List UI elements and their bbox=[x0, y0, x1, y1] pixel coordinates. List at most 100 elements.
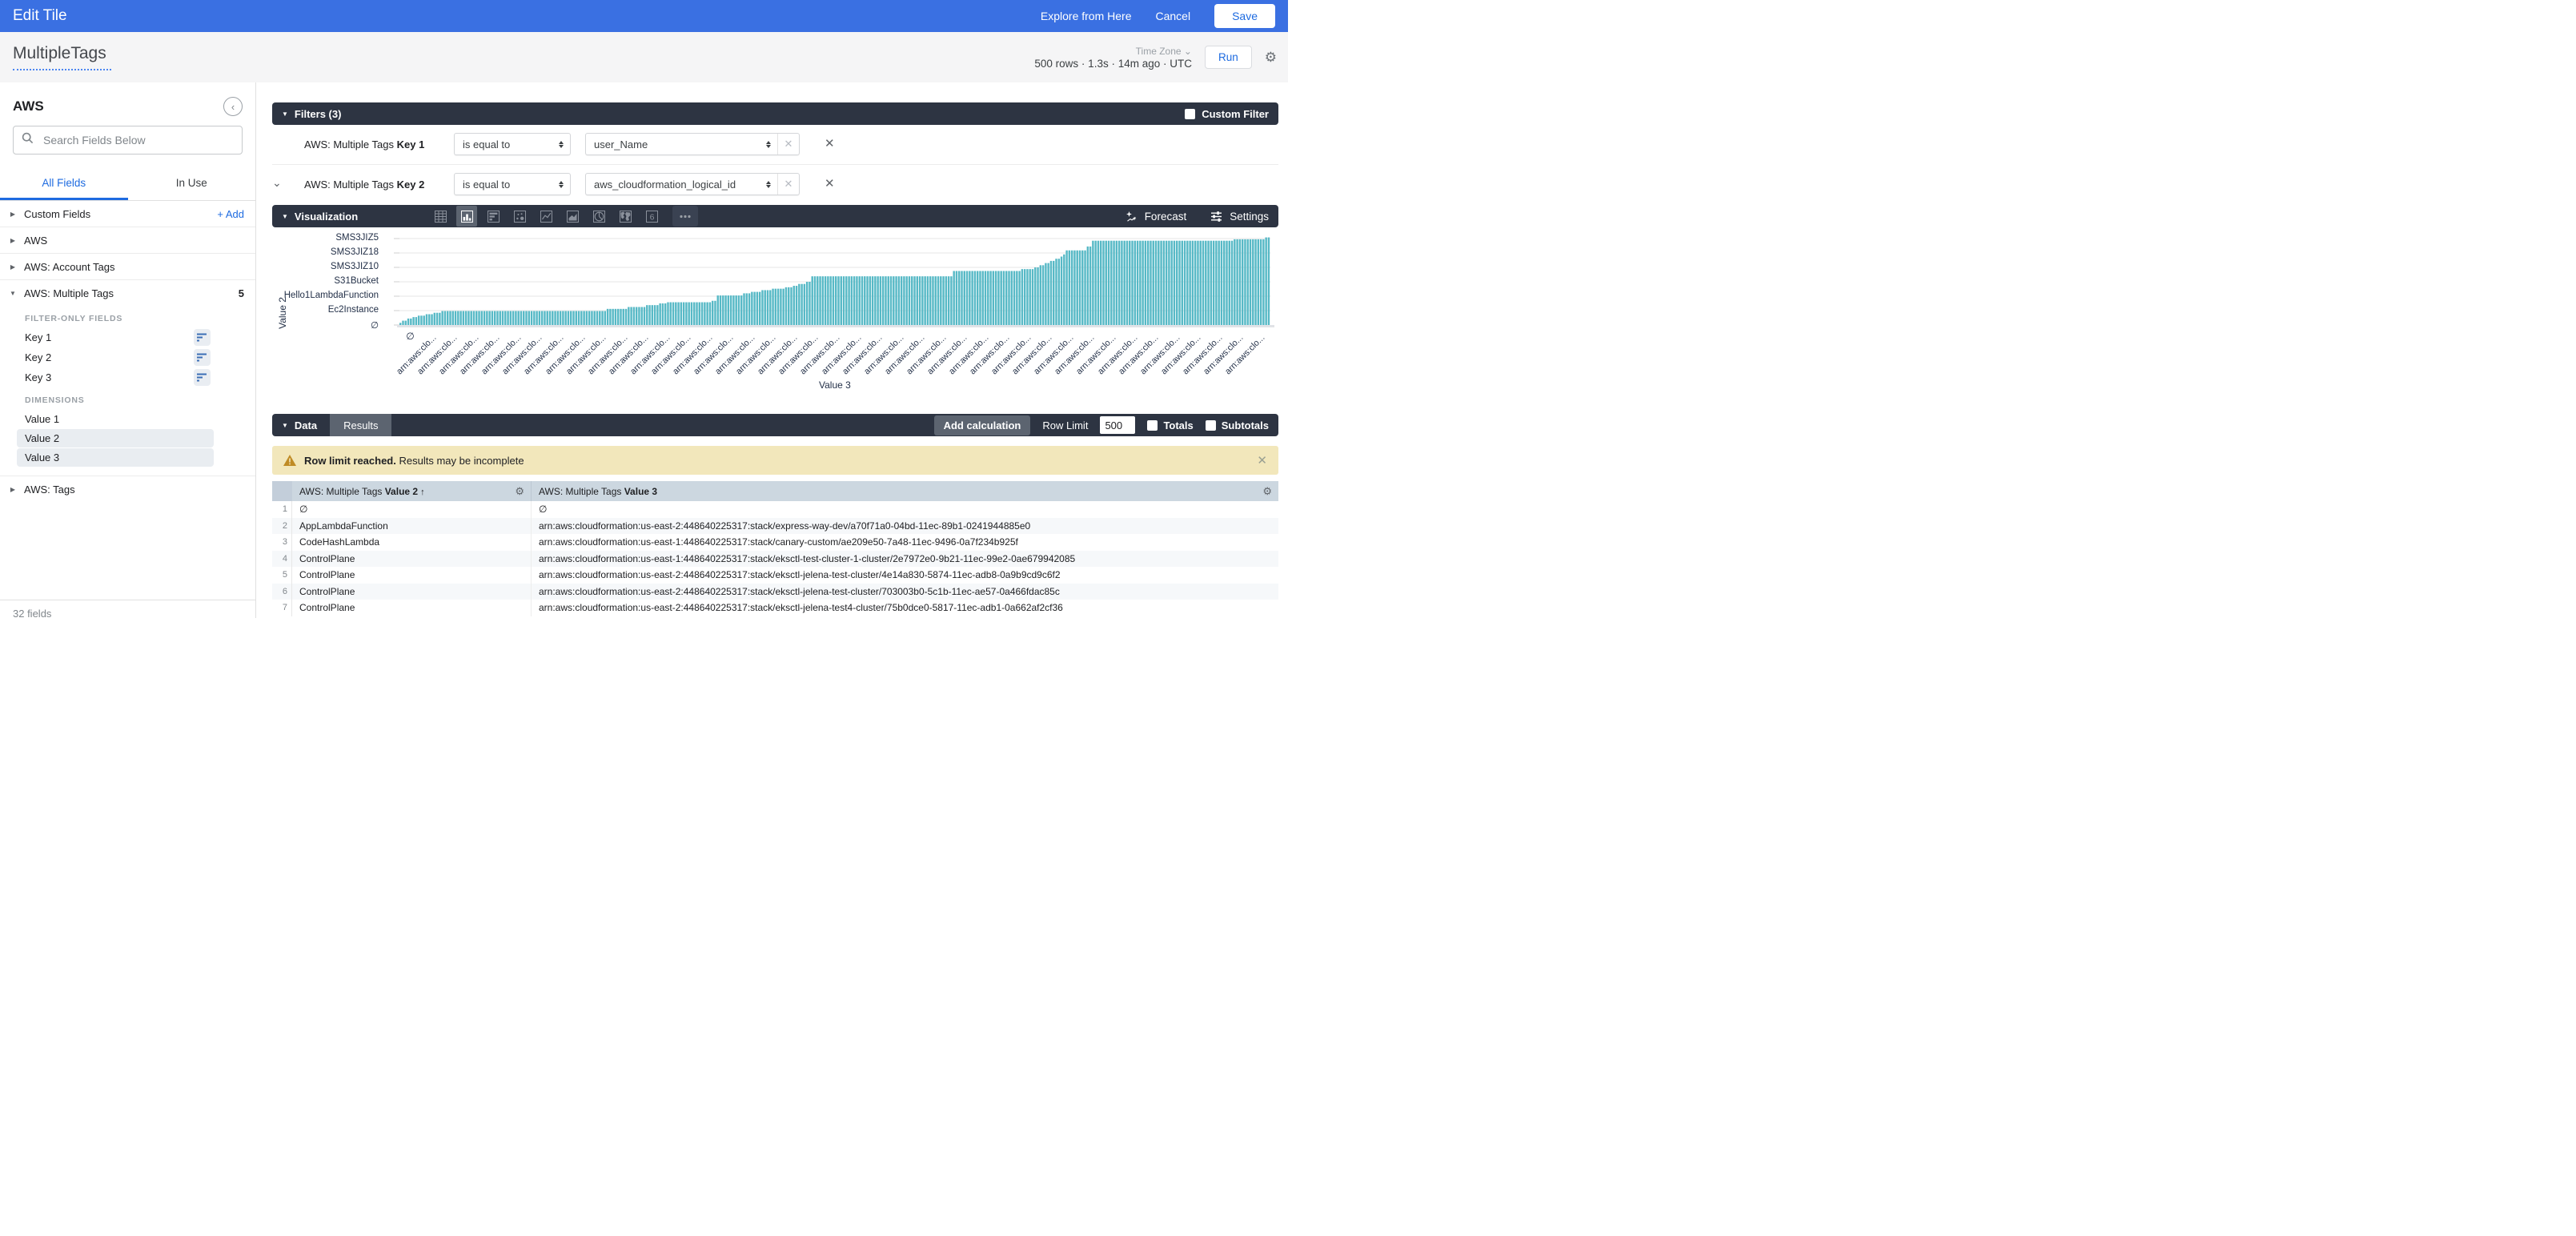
tab-results[interactable]: Results bbox=[330, 414, 391, 436]
select-arrows-icon bbox=[552, 181, 570, 188]
filter-operator-select[interactable]: is equal to bbox=[454, 133, 571, 155]
explore-from-here-button[interactable]: Explore from Here bbox=[1041, 10, 1132, 22]
cancel-button[interactable]: Cancel bbox=[1155, 10, 1190, 22]
filter-icon bbox=[197, 353, 207, 362]
caret-right-icon: ▶ bbox=[7, 211, 18, 218]
field-key-2[interactable]: Key 2 bbox=[0, 347, 255, 367]
filter-operator-select[interactable]: is equal to bbox=[454, 173, 571, 195]
row-limit-input[interactable] bbox=[1100, 416, 1135, 434]
select-arrows-icon bbox=[552, 141, 570, 148]
collapse-sidebar-button[interactable]: ‹ bbox=[223, 97, 243, 116]
remove-filter-icon[interactable]: ✕ bbox=[825, 176, 835, 191]
tab-all-fields[interactable]: All Fields bbox=[0, 169, 128, 200]
scatter-chart-icon[interactable] bbox=[509, 206, 530, 227]
remove-filter-icon[interactable]: ✕ bbox=[825, 136, 835, 150]
run-button[interactable]: Run bbox=[1205, 46, 1252, 69]
table-row[interactable]: 4ControlPlanearn:aws:cloudformation:us-e… bbox=[272, 551, 1278, 568]
map-chart-icon[interactable] bbox=[615, 206, 636, 227]
cell-value-3: arn:aws:cloudformation:us-east-2:4486402… bbox=[532, 584, 1278, 600]
column-header-value-3[interactable]: AWS: Multiple Tags Value 3 ⚙ bbox=[532, 481, 1278, 501]
x-axis-title: Value 3 bbox=[819, 379, 851, 391]
filter-by-field-button[interactable] bbox=[194, 349, 211, 366]
single-value-chart-icon[interactable]: 6 bbox=[641, 206, 662, 227]
filter-by-field-button[interactable] bbox=[194, 369, 211, 386]
dimensions-header: DIMENSIONS bbox=[0, 387, 255, 409]
row-number: 1 bbox=[272, 501, 292, 518]
window-title: Edit Tile bbox=[13, 7, 67, 25]
query-title[interactable]: MultipleTags bbox=[13, 44, 111, 70]
clear-value-icon[interactable]: ✕ bbox=[777, 174, 799, 195]
totals-toggle: Totals bbox=[1147, 419, 1193, 431]
table-row[interactable]: 7ControlPlanearn:aws:cloudformation:us-e… bbox=[272, 600, 1278, 616]
fields-in-use-count: 5 bbox=[239, 287, 244, 299]
data-section-bar: ▼ Data Results Add calculation Row Limit… bbox=[272, 414, 1278, 436]
filters-section-title[interactable]: Filters (3) bbox=[295, 108, 342, 120]
clear-value-icon[interactable]: ✕ bbox=[777, 134, 799, 154]
cell-value-2: ControlPlane bbox=[292, 584, 532, 600]
filter-value-select[interactable]: aws_cloudformation_logical_id✕ bbox=[585, 173, 800, 195]
sidebar-item-aws-tags[interactable]: ▶ AWS: Tags bbox=[0, 476, 255, 502]
table-row[interactable]: 5ControlPlanearn:aws:cloudformation:us-e… bbox=[272, 567, 1278, 584]
caret-down-icon[interactable]: ▼ bbox=[282, 213, 288, 220]
totals-checkbox[interactable] bbox=[1147, 420, 1158, 431]
subtotals-checkbox[interactable] bbox=[1206, 420, 1216, 431]
chevron-left-icon: ‹ bbox=[231, 101, 235, 113]
sidebar-tabs: All Fields In Use bbox=[0, 169, 255, 201]
query-meta: Time Zone ⌄ 500 rows · 1.3s · 14m ago · … bbox=[1034, 46, 1192, 70]
field-value-2[interactable]: Value 2 bbox=[17, 429, 214, 447]
table-row[interactable]: 3CodeHashLambdaarn:aws:cloudformation:us… bbox=[272, 534, 1278, 551]
caret-down-icon: ▼ bbox=[7, 290, 18, 297]
filter-icon bbox=[197, 373, 207, 382]
gear-icon[interactable]: ⚙ bbox=[515, 485, 524, 498]
forecast-button[interactable]: Forecast bbox=[1125, 211, 1187, 223]
save-button[interactable]: Save bbox=[1214, 4, 1275, 28]
filters-section-bar: ▼ Filters (3) Custom Filter bbox=[272, 102, 1278, 125]
main-panel: ▼ Filters (3) Custom Filter AWS: Multipl… bbox=[256, 82, 1288, 618]
chart-canvas[interactable] bbox=[272, 227, 1278, 409]
field-value-3[interactable]: Value 3 bbox=[17, 448, 214, 467]
more-chart-icon[interactable] bbox=[672, 206, 698, 227]
cell-value-3: arn:aws:cloudformation:us-east-2:4486402… bbox=[532, 567, 1278, 584]
sidebar-item-custom-fields[interactable]: ▶ Custom Fields + Add bbox=[0, 201, 255, 227]
data-section-title[interactable]: Data bbox=[295, 419, 317, 431]
sidebar-item-aws[interactable]: ▶ AWS bbox=[0, 227, 255, 254]
add-calculation-button[interactable]: Add calculation bbox=[934, 415, 1031, 435]
field-search-box[interactable] bbox=[13, 126, 243, 154]
caret-down-icon[interactable]: ▼ bbox=[282, 110, 288, 118]
tab-in-use[interactable]: In Use bbox=[128, 169, 256, 200]
timezone-dropdown[interactable]: Time Zone ⌄ bbox=[1136, 46, 1192, 57]
table-row[interactable]: 2AppLambdaFunctionarn:aws:cloudformation… bbox=[272, 518, 1278, 535]
chevron-down-icon: ⌄ bbox=[1184, 46, 1192, 57]
field-key-3[interactable]: Key 3 bbox=[0, 367, 255, 387]
viz-settings-button[interactable]: Settings bbox=[1210, 211, 1269, 223]
select-arrows-icon bbox=[760, 141, 777, 148]
sidebar-item-aws-account-tags[interactable]: ▶ AWS: Account Tags bbox=[0, 254, 255, 280]
row-number: 4 bbox=[272, 551, 292, 568]
cell-value-2: ControlPlane bbox=[292, 567, 532, 584]
filter-by-field-button[interactable] bbox=[194, 329, 211, 346]
gear-icon[interactable]: ⚙ bbox=[1265, 50, 1277, 66]
custom-filter-checkbox[interactable] bbox=[1185, 109, 1195, 119]
search-input[interactable] bbox=[42, 133, 234, 147]
sidebar-item-aws-multiple-tags[interactable]: ▼ AWS: Multiple Tags 5 bbox=[0, 280, 255, 306]
table-chart-icon[interactable] bbox=[430, 206, 451, 227]
area-chart-icon[interactable] bbox=[562, 206, 583, 227]
gear-icon[interactable]: ⚙ bbox=[1262, 485, 1272, 498]
table-row[interactable]: 1∅∅ bbox=[272, 501, 1278, 518]
pie-chart-icon[interactable] bbox=[588, 206, 609, 227]
add-custom-field-button[interactable]: + Add bbox=[217, 208, 244, 220]
field-key-1[interactable]: Key 1 bbox=[0, 327, 255, 347]
line-chart-icon[interactable] bbox=[536, 206, 556, 227]
visualization-section-title[interactable]: Visualization bbox=[295, 211, 358, 223]
bar-chart-icon[interactable] bbox=[483, 206, 504, 227]
table-row[interactable]: 6ControlPlanearn:aws:cloudformation:us-e… bbox=[272, 584, 1278, 600]
chevron-down-icon[interactable]: ⌄ bbox=[272, 176, 282, 190]
column-header-value-2[interactable]: AWS: Multiple Tags Value 2↑ ⚙ bbox=[292, 481, 532, 501]
caret-down-icon[interactable]: ▼ bbox=[282, 422, 288, 429]
group-aws-multiple-tags: ▼ AWS: Multiple Tags 5 FILTER-ONLY FIELD… bbox=[0, 280, 255, 476]
close-icon[interactable]: ✕ bbox=[1257, 453, 1267, 468]
row-number-header bbox=[272, 481, 292, 501]
column-chart-icon[interactable] bbox=[456, 206, 477, 227]
filter-value-select[interactable]: user_Name✕ bbox=[585, 133, 800, 155]
field-value-1[interactable]: Value 1 bbox=[17, 410, 214, 428]
